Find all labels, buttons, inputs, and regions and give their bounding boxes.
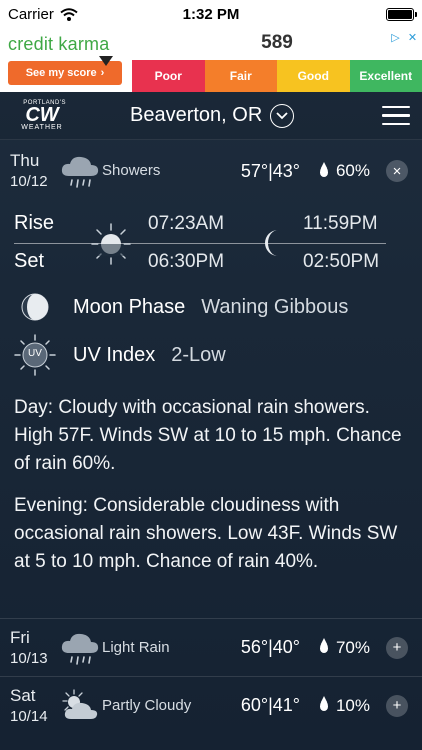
condition-label: Showers xyxy=(102,162,161,179)
precip: 60% xyxy=(300,161,370,181)
day-label: Thu 10/12 xyxy=(10,150,58,192)
day-name: Fri xyxy=(10,627,30,647)
cw-weather-logo: PORTLAND'S CW WEATHER xyxy=(12,97,72,135)
band-good: Good xyxy=(277,60,350,92)
band-excellent: Excellent xyxy=(349,60,422,92)
day-description: Day: Cloudy with occasional rain showers… xyxy=(14,397,402,474)
day-name: Thu xyxy=(10,151,40,170)
forecast-list: Fri 10/13 Light Rain 56°|40° 70% + Sat 1… xyxy=(0,618,422,734)
cta-label: See my score xyxy=(25,67,97,79)
temps-label: 57°|43° xyxy=(240,160,300,181)
location-label: Beaverton, OR xyxy=(130,104,263,126)
evening-description: Evening: Considerable cloudiness with oc… xyxy=(14,495,398,572)
drop-icon xyxy=(319,638,328,653)
precip-value: 60% xyxy=(335,161,370,180)
ad-banner[interactable]: credit karma See my score › 589 Poor Fai… xyxy=(0,28,422,92)
battery-icon xyxy=(386,7,417,21)
condition-label: Partly Cloudy xyxy=(102,696,192,714)
uv-label: UV Index xyxy=(73,343,156,366)
temps-label: 56°|40° xyxy=(240,637,300,657)
wifi-icon xyxy=(60,7,78,21)
ad-score-bands: Poor Fair Good Excellent xyxy=(132,60,422,92)
set-label: Set xyxy=(14,250,45,272)
uv-sun-icon: UV xyxy=(14,334,56,376)
day-name: Sat xyxy=(10,685,36,705)
expand-button[interactable]: + xyxy=(386,694,408,717)
partly-cloudy-icon xyxy=(58,687,102,725)
precip-value: 70% xyxy=(335,637,370,657)
today-row[interactable]: Thu 10/12 Showers 57°|43° 60% × xyxy=(0,140,422,202)
horizon-line xyxy=(14,243,386,244)
drop-icon xyxy=(319,696,328,711)
precip-value: 10% xyxy=(335,695,370,715)
logo-sub-text: WEATHER xyxy=(21,124,63,131)
ad-close-icon[interactable]: ✕ xyxy=(405,30,420,45)
app-header: PORTLAND'S CW WEATHER Beaverton, OR xyxy=(0,92,422,140)
expand-button[interactable]: + xyxy=(386,636,408,659)
sunset-time: 06:30PM xyxy=(148,251,225,272)
uv-value: 2-Low xyxy=(171,343,226,366)
day-label: Fri 10/13 xyxy=(10,627,58,669)
adchoices-icon[interactable]: ▷ xyxy=(388,30,403,45)
moon-gibbous-icon xyxy=(21,293,49,321)
chevron-right-icon: › xyxy=(100,67,105,79)
ad-brand-logo: credit karma xyxy=(8,34,110,54)
carrier-label: Carrier xyxy=(8,5,54,23)
logo-main-text: CW xyxy=(25,104,59,126)
condition-label: Light Rain xyxy=(102,638,170,656)
forecast-row[interactable]: Sat 10/14 Partly Cloudy 60°|41° 10% + xyxy=(0,676,422,734)
status-left: Carrier xyxy=(8,6,78,23)
menu-icon[interactable] xyxy=(382,105,410,126)
precip: 70% xyxy=(300,638,370,658)
forecast-row[interactable]: Fri 10/13 Light Rain 56°|40° 70% + xyxy=(0,618,422,676)
location-selector[interactable]: Beaverton, OR xyxy=(130,103,295,128)
collapse-button[interactable]: × xyxy=(386,160,408,182)
day-label: Sat 10/14 xyxy=(10,685,58,727)
rain-cloud-icon xyxy=(58,152,102,190)
moonrise-time: 11:59PM xyxy=(303,213,378,234)
sunrise-time: 07:23AM xyxy=(148,213,225,234)
day-date: 10/12 xyxy=(10,173,48,190)
sun-moon-times: Rise Set 07:23AM 06:30PM 11:59PM 02:50PM xyxy=(0,202,422,284)
band-fair: Fair xyxy=(204,60,277,92)
band-poor: Poor xyxy=(132,60,205,92)
moon-phase-value: Waning Gibbous xyxy=(201,295,349,318)
moon-phase-row: Moon Phase Waning Gibbous xyxy=(20,292,348,322)
moon-phase-label: Moon Phase xyxy=(73,295,186,318)
rise-label: Rise xyxy=(14,212,55,234)
rain-cloud-icon xyxy=(58,629,102,667)
day-date: 10/14 xyxy=(10,707,48,725)
ad-score-panel: 589 Poor Fair Good Excellent xyxy=(99,28,422,92)
ad-controls: ▷ ✕ xyxy=(388,30,420,45)
precip: 10% xyxy=(300,696,370,716)
status-bar: Carrier 1:32 PM xyxy=(0,0,422,28)
chevron-down-icon xyxy=(270,103,295,128)
moon-crescent-icon xyxy=(265,230,278,256)
sun-icon xyxy=(91,223,131,265)
ad-score: 589 xyxy=(261,32,293,53)
drop-icon xyxy=(319,161,328,177)
moonset-time: 02:50PM xyxy=(303,251,380,272)
temps-label: 60°|41° xyxy=(240,695,300,715)
uv-icon-text: UV xyxy=(28,348,42,359)
day-date: 10/13 xyxy=(10,649,48,667)
score-pointer-icon xyxy=(99,56,113,66)
uv-row: UV UV Index 2-Low xyxy=(14,334,226,376)
